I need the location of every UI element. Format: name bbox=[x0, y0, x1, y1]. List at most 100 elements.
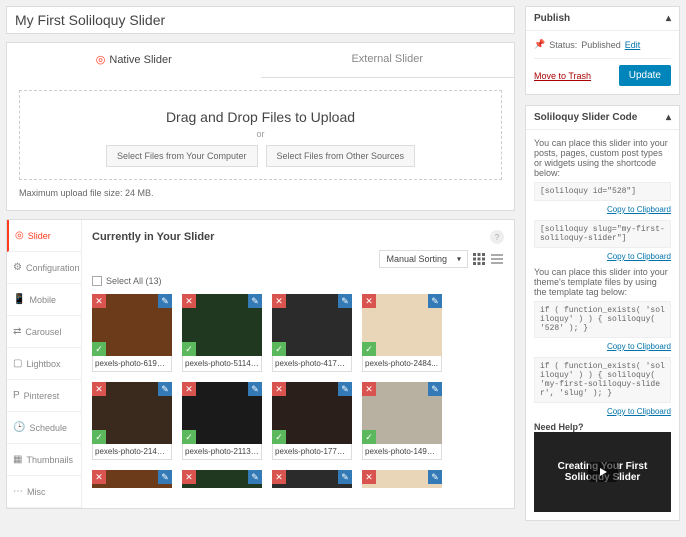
drop-zone[interactable]: Drag and Drop Files to Upload or Select … bbox=[19, 90, 502, 180]
chevron-down-icon: ▾ bbox=[457, 255, 461, 264]
shortcode-slug[interactable]: [soliloquy slug="my-first-soliloquy-slid… bbox=[534, 220, 671, 248]
select-icon[interactable]: ✓ bbox=[362, 342, 376, 356]
delete-icon[interactable]: ✕ bbox=[182, 294, 196, 308]
edit-icon[interactable]: ✎ bbox=[248, 382, 262, 396]
select-icon[interactable]: ✓ bbox=[92, 430, 106, 444]
sidebar-tab-misc[interactable]: ⋯Misc bbox=[7, 476, 81, 508]
template-tag-slug[interactable]: if ( function_exists( 'soliloquy' ) ) { … bbox=[534, 357, 671, 403]
thumbnail-caption: pexels-photo-211358 bbox=[182, 444, 262, 460]
edit-icon[interactable]: ✎ bbox=[248, 470, 262, 484]
status-label: Status: bbox=[549, 40, 577, 50]
collapse-icon[interactable]: ▴ bbox=[666, 112, 671, 123]
thumbnail-item[interactable]: ✕✎✓pexels-photo-2484... bbox=[362, 470, 442, 488]
select-icon[interactable]: ✓ bbox=[182, 430, 196, 444]
delete-icon[interactable]: ✕ bbox=[92, 470, 106, 484]
edit-icon[interactable]: ✎ bbox=[158, 382, 172, 396]
tab-label: Lightbox bbox=[26, 359, 60, 369]
thumbnail-caption: pexels-photo-619418 bbox=[92, 356, 172, 372]
sort-label: Manual Sorting bbox=[386, 254, 447, 264]
shortcode-id[interactable]: [soliloquy id="528"] bbox=[534, 182, 671, 201]
template-tag-id[interactable]: if ( function_exists( 'soliloquy' ) ) { … bbox=[534, 301, 671, 338]
thumbnail-item[interactable]: ✕ ✎ ✓pexels-photo-211358 bbox=[182, 382, 262, 460]
thumbnail-item[interactable]: ✕✎✓pexels-photo-511448 bbox=[182, 294, 262, 372]
copy-link[interactable]: Copy to Clipboard bbox=[534, 407, 671, 416]
sidebar-tab-schedule[interactable]: 🕒Schedule bbox=[7, 412, 81, 444]
thumbnail-item[interactable]: ✕✎✓pexels-photo-417049 bbox=[272, 470, 352, 488]
sidebar-tab-slider[interactable]: ◎Slider bbox=[7, 220, 81, 252]
delete-icon[interactable]: ✕ bbox=[272, 470, 286, 484]
select-all[interactable]: Select All (13) bbox=[92, 276, 504, 286]
sidebar-tab-carousel[interactable]: ⇄Carousel bbox=[7, 316, 81, 348]
list-view-icon[interactable] bbox=[490, 252, 504, 266]
tab-icon: ⇄ bbox=[13, 326, 21, 337]
or-divider: or bbox=[30, 129, 491, 139]
copy-link[interactable]: Copy to Clipboard bbox=[534, 252, 671, 261]
update-button[interactable]: Update bbox=[619, 65, 671, 86]
edit-status-link[interactable]: Edit bbox=[625, 40, 641, 50]
delete-icon[interactable]: ✕ bbox=[362, 470, 376, 484]
tab-external-slider[interactable]: External Slider bbox=[261, 43, 515, 78]
tab-label: Mobile bbox=[29, 295, 56, 305]
copy-link[interactable]: Copy to Clipboard bbox=[534, 205, 671, 214]
edit-icon[interactable]: ✎ bbox=[428, 470, 442, 484]
edit-icon[interactable]: ✎ bbox=[428, 382, 442, 396]
tab-icon: ▦ bbox=[13, 454, 22, 465]
thumbnail-item[interactable]: ✕✎✓pexels-photo-2484... bbox=[362, 294, 442, 372]
delete-icon[interactable]: ✕ bbox=[362, 294, 376, 308]
publish-panel: Publish▴ 📌Status: Published Edit Move to… bbox=[525, 6, 680, 95]
current-slider-heading: Currently in Your Slider bbox=[92, 231, 214, 243]
delete-icon[interactable]: ✕ bbox=[182, 382, 196, 396]
edit-icon[interactable]: ✎ bbox=[158, 470, 172, 484]
delete-icon[interactable]: ✕ bbox=[92, 294, 106, 308]
delete-icon[interactable]: ✕ bbox=[92, 382, 106, 396]
edit-icon[interactable]: ✎ bbox=[338, 294, 352, 308]
select-from-computer-button[interactable]: Select Files from Your Computer bbox=[106, 145, 258, 167]
collapse-icon[interactable]: ▴ bbox=[666, 13, 671, 24]
checkbox-icon bbox=[92, 276, 102, 286]
select-icon[interactable]: ✓ bbox=[182, 342, 196, 356]
tab-label: Configuration bbox=[26, 263, 80, 273]
thumbnail-item[interactable]: ✕✎✓pexels-photo-619418 bbox=[92, 470, 172, 488]
edit-icon[interactable]: ✎ bbox=[338, 470, 352, 484]
sidebar-tab-configuration[interactable]: ⚙Configuration bbox=[7, 252, 81, 284]
grid-view-icon[interactable] bbox=[472, 252, 486, 266]
delete-icon[interactable]: ✕ bbox=[362, 382, 376, 396]
sort-select[interactable]: Manual Sorting ▾ bbox=[379, 250, 468, 268]
sidebar-tab-thumbnails[interactable]: ▦ Thumbnails bbox=[7, 444, 81, 476]
edit-icon[interactable]: ✎ bbox=[428, 294, 442, 308]
select-icon[interactable]: ✓ bbox=[362, 430, 376, 444]
tab-native-slider[interactable]: ◎Native Slider bbox=[7, 43, 261, 78]
delete-icon[interactable]: ✕ bbox=[272, 294, 286, 308]
select-icon[interactable]: ✓ bbox=[272, 342, 286, 356]
select-from-sources-button[interactable]: Select Files from Other Sources bbox=[266, 145, 416, 167]
tab-icon: ⋯ bbox=[13, 486, 23, 497]
sidebar-tab-pinterest[interactable]: PPinterest bbox=[7, 380, 81, 412]
sidebar-tab-lightbox[interactable]: ▢ Lightbox bbox=[7, 348, 81, 380]
tab-icon: ▢ bbox=[13, 358, 22, 369]
page-title[interactable]: My First Soliloquy Slider bbox=[6, 6, 515, 34]
thumbnail-caption: pexels-photo-177719 bbox=[272, 444, 352, 460]
thumbnail-item[interactable]: ✕✎✓pexels-photo-214333 bbox=[92, 382, 172, 460]
slider-type-tabs: ◎Native Slider External Slider bbox=[6, 42, 515, 78]
help-icon[interactable]: ? bbox=[490, 230, 504, 244]
delete-icon[interactable]: ✕ bbox=[182, 470, 196, 484]
thumbnail-item[interactable]: ✕ ✎ ✓pexels-photo-619418 bbox=[92, 294, 172, 372]
edit-icon[interactable]: ✎ bbox=[158, 294, 172, 308]
thumbnail-item[interactable]: ✕✎✓pexels-photo-417049 bbox=[272, 294, 352, 372]
copy-link[interactable]: Copy to Clipboard bbox=[534, 342, 671, 351]
thumbnail-grid-partial: ✕✎✓pexels-photo-619418✕✎✓pexels-photo-51… bbox=[92, 470, 504, 488]
upload-area: Drag and Drop Files to Upload or Select … bbox=[6, 78, 515, 211]
help-video[interactable]: Creating Your First Soliloquy Slider bbox=[534, 432, 671, 512]
thumbnail-item[interactable]: ✕✎✓pexels-photo-149224 bbox=[362, 382, 442, 460]
pin-icon: 📌 bbox=[534, 39, 545, 50]
thumbnail-item[interactable]: ✕✎✓pexels-photo-511448 bbox=[182, 470, 262, 488]
edit-icon[interactable]: ✎ bbox=[338, 382, 352, 396]
edit-icon[interactable]: ✎ bbox=[248, 294, 262, 308]
select-icon[interactable]: ✓ bbox=[272, 430, 286, 444]
sidebar-tab-mobile[interactable]: 📱Mobile bbox=[7, 284, 81, 316]
tab-label: Thumbnails bbox=[26, 455, 73, 465]
thumbnail-item[interactable]: ✕ ✎ ✓pexels-photo-177719 bbox=[272, 382, 352, 460]
move-to-trash-link[interactable]: Move to Trash bbox=[534, 71, 591, 81]
select-icon[interactable]: ✓ bbox=[92, 342, 106, 356]
delete-icon[interactable]: ✕ bbox=[272, 382, 286, 396]
